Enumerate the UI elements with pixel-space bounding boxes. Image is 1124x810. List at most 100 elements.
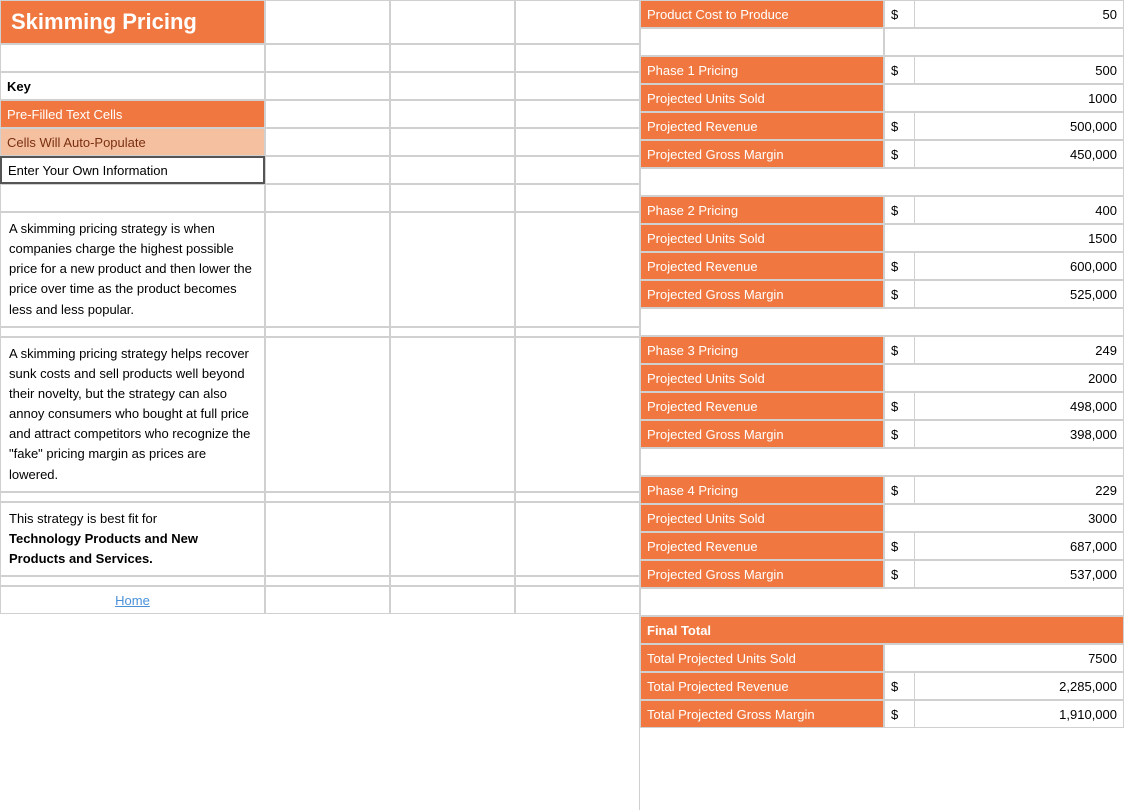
key-label: Key	[0, 72, 265, 100]
total-margin-value: 1,910,000	[914, 700, 1124, 728]
phase1-margin-label: Projected Gross Margin	[640, 140, 884, 168]
empty-home2	[265, 586, 390, 614]
phase3-margin-value: 398,000	[914, 420, 1124, 448]
total-units-label: Total Projected Units Sold	[640, 644, 884, 672]
empty-r5c3	[390, 128, 515, 156]
phase3-pricing-value[interactable]: 249	[914, 336, 1124, 364]
empty-r5c4	[515, 128, 640, 156]
empty-d2c3	[390, 337, 515, 492]
empty-r7c1	[0, 184, 265, 212]
phase1-margin-value: 450,000	[914, 140, 1124, 168]
spacer-p2	[640, 308, 1124, 336]
phase3-margin-dollar: $	[884, 420, 914, 448]
empty-r7c3	[390, 184, 515, 212]
phase2-pricing-value[interactable]: 400	[914, 196, 1124, 224]
home-link-cell[interactable]: Home	[0, 586, 265, 614]
phase3-units-label: Projected Units Sold	[640, 364, 884, 392]
phase2-margin-value: 525,000	[914, 280, 1124, 308]
empty-r4c4	[515, 100, 640, 128]
phase1-margin-dollar: $	[884, 140, 914, 168]
phase4-revenue-value: 687,000	[914, 532, 1124, 560]
empty-cell-2	[390, 0, 515, 44]
spacer2c	[390, 492, 515, 502]
empty-d1c2	[265, 212, 390, 327]
autopopulate-label: Cells Will Auto-Populate	[0, 128, 265, 156]
phase2-revenue-label: Projected Revenue	[640, 252, 884, 280]
phase1-revenue-value: 500,000	[914, 112, 1124, 140]
phase1-units-label: Projected Units Sold	[640, 84, 884, 112]
empty-r4c3	[390, 100, 515, 128]
empty-cell-1	[265, 0, 390, 44]
empty-r4c2	[265, 100, 390, 128]
final-total-label: Final Total	[640, 616, 1124, 644]
spacer2	[0, 492, 265, 502]
total-units-value: 7500	[884, 644, 1124, 672]
spacer1	[0, 327, 265, 337]
spacer-p1	[640, 168, 1124, 196]
phase4-pricing-dollar: $	[884, 476, 914, 504]
phase3-revenue-label: Projected Revenue	[640, 392, 884, 420]
enter-own-label[interactable]: Enter Your Own Information	[0, 156, 265, 184]
phase4-revenue-label: Projected Revenue	[640, 532, 884, 560]
empty-r2-right	[640, 28, 884, 56]
phase2-margin-label: Projected Gross Margin	[640, 280, 884, 308]
empty-d3c3	[390, 502, 515, 576]
empty-d1c3	[390, 212, 515, 327]
phase4-pricing-value[interactable]: 229	[914, 476, 1124, 504]
phase3-pricing-dollar: $	[884, 336, 914, 364]
empty-d3c4	[515, 502, 640, 576]
empty-r2c1	[0, 44, 265, 72]
empty-r6c2	[265, 156, 390, 184]
description-1: A skimming pricing strategy is when comp…	[0, 212, 265, 327]
empty-r2-right2	[884, 28, 1124, 56]
product-cost-value[interactable]: 50	[914, 0, 1124, 28]
phase3-revenue-value: 498,000	[914, 392, 1124, 420]
phase4-margin-value: 537,000	[914, 560, 1124, 588]
empty-r2c4	[515, 44, 640, 72]
phase4-units-value[interactable]: 3000	[884, 504, 1124, 532]
phase3-revenue-dollar: $	[884, 392, 914, 420]
empty-r2c3	[390, 44, 515, 72]
phase2-revenue-dollar: $	[884, 252, 914, 280]
empty-r6c3	[390, 156, 515, 184]
empty-r3c3	[390, 72, 515, 100]
phase4-margin-label: Projected Gross Margin	[640, 560, 884, 588]
empty-r7c4	[515, 184, 640, 212]
phase1-revenue-dollar: $	[884, 112, 914, 140]
phase1-pricing-dollar: $	[884, 56, 914, 84]
phase1-revenue-label: Projected Revenue	[640, 112, 884, 140]
total-margin-dollar: $	[884, 700, 914, 728]
phase2-units-value[interactable]: 1500	[884, 224, 1124, 252]
description-3-bold: Technology Products and New Products and…	[9, 529, 256, 569]
spacer3d	[515, 576, 640, 586]
spacer1c	[390, 327, 515, 337]
phase3-units-value[interactable]: 2000	[884, 364, 1124, 392]
phase2-revenue-value: 600,000	[914, 252, 1124, 280]
phase1-pricing-value[interactable]: 500	[914, 56, 1124, 84]
empty-r5c2	[265, 128, 390, 156]
product-cost-dollar: $	[884, 0, 914, 28]
home-link[interactable]: Home	[115, 593, 150, 608]
spacer1b	[265, 327, 390, 337]
spacer2b	[265, 492, 390, 502]
phase4-margin-dollar: $	[884, 560, 914, 588]
phase1-units-value[interactable]: 1000	[884, 84, 1124, 112]
phase1-pricing-label: Phase 1 Pricing	[640, 56, 884, 84]
empty-d2c4	[515, 337, 640, 492]
empty-home3	[390, 586, 515, 614]
page-title: Skimming Pricing	[0, 0, 265, 44]
phase2-units-label: Projected Units Sold	[640, 224, 884, 252]
description-2: A skimming pricing strategy helps recove…	[0, 337, 265, 492]
phase4-units-label: Projected Units Sold	[640, 504, 884, 532]
total-revenue-dollar: $	[884, 672, 914, 700]
description-3: This strategy is best fit for Technology…	[0, 502, 265, 576]
phase2-pricing-dollar: $	[884, 196, 914, 224]
description-3-prefix: This strategy is best fit for	[9, 509, 157, 529]
empty-d1c4	[515, 212, 640, 327]
phase4-revenue-dollar: $	[884, 532, 914, 560]
empty-r6c4	[515, 156, 640, 184]
empty-d3c2	[265, 502, 390, 576]
phase4-pricing-label: Phase 4 Pricing	[640, 476, 884, 504]
phase3-pricing-label: Phase 3 Pricing	[640, 336, 884, 364]
spacer3	[0, 576, 265, 586]
